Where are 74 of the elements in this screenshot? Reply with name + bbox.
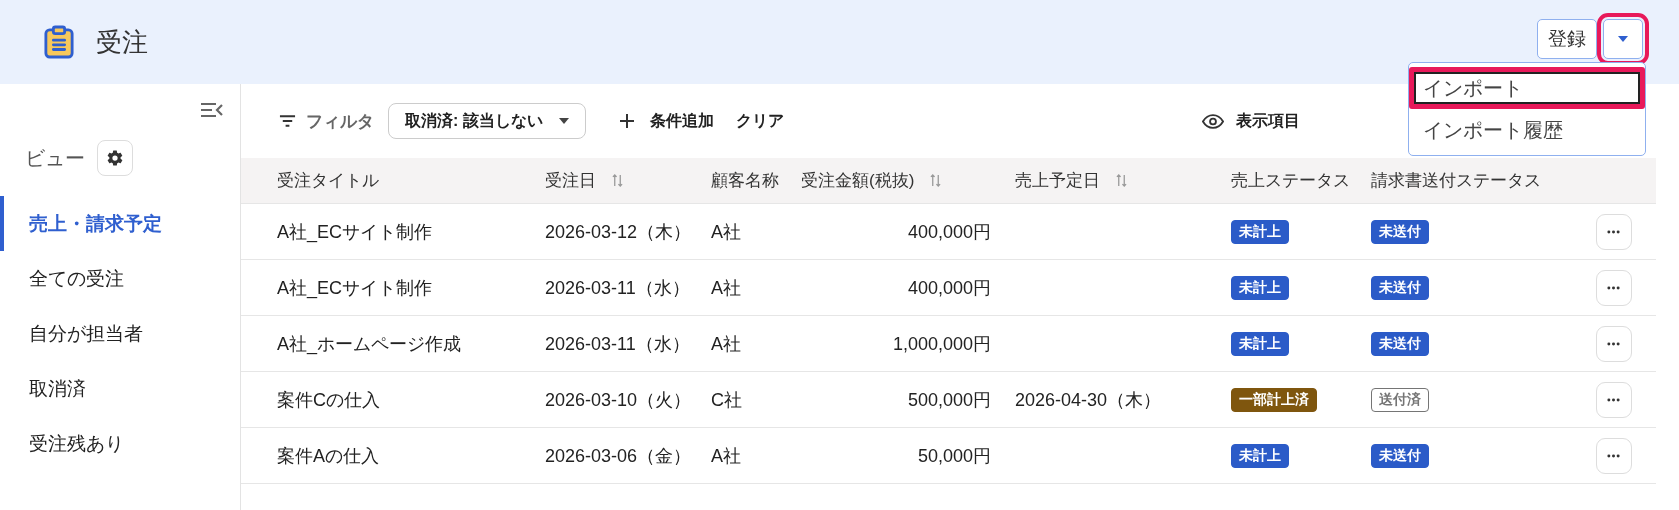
menu-item[interactable]: インポート [1409, 67, 1645, 109]
status-badge: 未計上 [1231, 219, 1289, 244]
column-header[interactable]: 受注日 [545, 169, 623, 192]
settings-button[interactable] [97, 140, 133, 176]
more-icon [1607, 285, 1620, 290]
settings-icon [106, 149, 124, 167]
filter-icon [279, 115, 296, 127]
status-badge: 未計上 [1231, 331, 1289, 356]
table-cell-text: 2026-03-12（木） [545, 220, 692, 244]
status-badge: 未送付 [1371, 219, 1429, 244]
table-cell-text: A社_ECサイト制作 [277, 220, 433, 244]
more-button[interactable] [1595, 213, 1632, 250]
eye-icon [1202, 113, 1224, 129]
caret-icon [1618, 36, 1628, 42]
status-badge: 未送付 [1371, 275, 1429, 300]
table-cell-text: 案件Cの仕入 [277, 388, 380, 412]
table-cell-text: 案件Aの仕入 [277, 444, 379, 468]
register-button[interactable]: 登録 [1537, 19, 1597, 59]
table-cell-text: 2026-03-11（水） [545, 332, 690, 356]
status-badge: 一部計上済 [1231, 387, 1317, 412]
filter-label: フィルタ [306, 110, 374, 133]
column-header: 請求書送付ステータス [1371, 170, 1541, 192]
status-badge: 送付済 [1371, 387, 1429, 412]
clear-button[interactable]: クリア [729, 110, 790, 132]
table-cell-text: 1,000,000円 [892, 332, 991, 356]
status-badge: 未計上 [1231, 443, 1289, 468]
table-cell-text: A社 [711, 276, 741, 300]
column-header: 顧客名称 [711, 170, 779, 192]
collapse-sidebar-icon[interactable] [200, 102, 224, 118]
table-cell-text: 400,000円 [907, 276, 991, 300]
column-header[interactable]: 売上予定日 [1015, 169, 1127, 192]
more-icon [1607, 229, 1620, 234]
table-cell-text: A社 [711, 444, 741, 468]
more-icon [1607, 453, 1620, 458]
status-badge: 未計上 [1231, 275, 1289, 300]
table-cell-text: A社 [711, 220, 741, 244]
table-cell-text: 2026-03-11（水） [545, 276, 690, 300]
more-button[interactable] [1595, 381, 1632, 418]
views-label: ビュー [25, 145, 85, 171]
table-cell-text: 2026-03-06（金） [545, 444, 692, 468]
table-cell-text: 2026-04-30（木） [1015, 388, 1162, 412]
columns-button[interactable]: 表示項目 [1196, 110, 1306, 132]
status-badge: 未送付 [1371, 443, 1429, 468]
filter-chip[interactable]: 取消済: 該当しない [388, 103, 586, 139]
sidebar-item[interactable]: 受注残あり [0, 416, 240, 471]
table-cell-text: 50,000円 [917, 444, 991, 468]
sort-icon [612, 174, 623, 187]
sort-icon [1116, 174, 1127, 187]
table-cell-text: A社 [711, 332, 741, 356]
more-button[interactable] [1595, 325, 1632, 362]
table-cell-text: 400,000円 [907, 220, 991, 244]
plus-icon [619, 114, 634, 128]
caret-icon [558, 118, 569, 124]
table-cell-text: C社 [711, 388, 742, 412]
table-cell-text: A社_ECサイト制作 [277, 276, 433, 300]
more-icon [1607, 397, 1620, 402]
column-header: 受注タイトル [277, 170, 379, 192]
table-cell-text: 500,000円 [907, 388, 991, 412]
column-header[interactable]: 受注金額(税抜) [801, 169, 942, 192]
add-condition-button[interactable]: 条件追加 [613, 110, 720, 132]
sort-icon [930, 174, 942, 187]
sidebar-item[interactable]: 自分が担当者 [0, 306, 240, 361]
more-button[interactable] [1595, 269, 1632, 306]
menu-item[interactable]: インポート履歴 [1409, 109, 1645, 151]
page-title: 受注 [96, 25, 148, 59]
column-header: 売上ステータス [1231, 170, 1350, 192]
sidebar-item[interactable]: 全ての受注 [0, 251, 240, 306]
table-cell-text: 2026-03-10（火） [545, 388, 692, 412]
more-icon [1607, 341, 1620, 346]
sidebar-item[interactable]: 取消済 [0, 361, 240, 416]
more-button[interactable] [1595, 437, 1632, 474]
status-badge: 未送付 [1371, 331, 1429, 356]
table-cell-text: A社_ホームページ作成 [277, 332, 462, 356]
clipboard-icon [44, 25, 74, 59]
